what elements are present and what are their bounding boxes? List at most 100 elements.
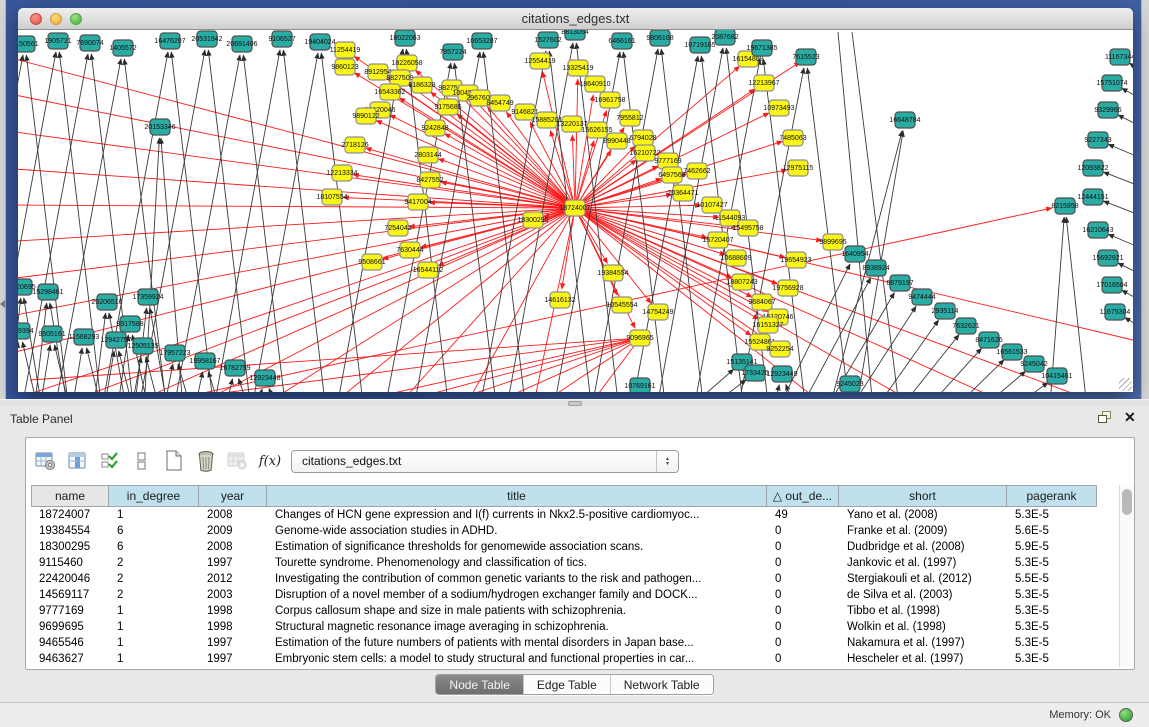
- memory-status-label: Memory: OK: [1049, 709, 1111, 721]
- cell-in_degree: 1: [109, 619, 199, 635]
- show-columns-icon[interactable]: [66, 449, 90, 473]
- graph-node-label: 6466161: [608, 38, 635, 45]
- scrollbar-thumb[interactable]: [1122, 489, 1132, 515]
- graph-node-label: 15720407: [702, 237, 733, 244]
- window-titlebar[interactable]: citations_edges.txt: [18, 8, 1133, 30]
- graph-node-label: 8215958: [1051, 203, 1078, 210]
- cell-pagerank: 5.3E-5: [1007, 619, 1097, 635]
- graph-node-label: 7462662: [683, 168, 710, 175]
- cell-out_de: 0: [767, 555, 839, 571]
- table-tab-group: Node TableEdge TableNetwork Table: [435, 674, 713, 695]
- table-row[interactable]: 969969511998Structural magnetic resonanc…: [31, 619, 1114, 635]
- function-builder-icon[interactable]: f(x): [258, 449, 282, 473]
- graph-node-label: 11254419: [330, 47, 361, 54]
- table-selector-value: citations_edges.txt: [302, 454, 401, 468]
- vertical-scrollbar[interactable]: [1119, 485, 1134, 667]
- graph-node-label: 9417004: [404, 199, 431, 206]
- memory-ok-led-icon[interactable]: [1119, 708, 1133, 722]
- graph-node-label: 15885201: [531, 117, 562, 124]
- cell-pagerank: 5.3E-5: [1007, 635, 1097, 651]
- delete-entry-icon[interactable]: [194, 449, 218, 473]
- citation-network-graph[interactable]: 1872400713325419186409101696175879558121…: [18, 30, 1133, 392]
- graph-node-label: 12554419: [524, 58, 555, 65]
- graph-node-label: 12213334: [326, 170, 357, 177]
- cell-year: 2009: [199, 523, 267, 539]
- cell-short: Nakamura et al. (1997): [839, 635, 1007, 651]
- tab-edge-table[interactable]: Edge Table: [523, 675, 610, 694]
- table-row[interactable]: 977716911998Corpus callosum shape and si…: [31, 603, 1114, 619]
- graph-node-label: 12093822: [1077, 165, 1108, 172]
- tab-node-table[interactable]: Node Table: [436, 675, 523, 694]
- cell-pagerank: 5.3E-5: [1007, 555, 1097, 571]
- graph-node-label: 17016504: [1096, 282, 1127, 289]
- dropdown-stepper-icon: ▲▼: [656, 451, 678, 472]
- table-row[interactable]: 2242004622012Investigating the contribut…: [31, 571, 1114, 587]
- cell-short: Hescheler et al. (1997): [839, 651, 1007, 667]
- cell-pagerank: 5.6E-5: [1007, 523, 1097, 539]
- column-header-in_degree[interactable]: in_degree: [109, 485, 199, 507]
- tab-network-table[interactable]: Network Table: [610, 675, 713, 694]
- graph-node-label: 11675304: [1100, 309, 1131, 316]
- graph-node-label: 9806168: [646, 35, 673, 42]
- cell-title: Genome-wide association studies in ADHD.: [267, 523, 767, 539]
- collapse-left-arrow-icon[interactable]: [0, 300, 5, 308]
- column-header-out_de[interactable]: △ out_de...: [767, 485, 839, 507]
- graph-node-label: 8938924: [862, 265, 889, 272]
- graph-node-label: 9106527: [268, 36, 295, 43]
- float-panel-icon[interactable]: [1098, 411, 1114, 425]
- table-row[interactable]: 911546021997Tourette syndrome. Phenomeno…: [31, 555, 1114, 571]
- graph-node-label: 16782759: [219, 365, 250, 372]
- graph-node-label: 7630444: [396, 247, 423, 254]
- graph-node-label: 3919394: [18, 328, 34, 335]
- cell-in_degree: 1: [109, 603, 199, 619]
- column-header-pagerank[interactable]: pagerank: [1007, 485, 1097, 507]
- table-row[interactable]: 1938455462009Genome-wide association stu…: [31, 523, 1114, 539]
- graph-node-label: 7690074: [76, 40, 103, 47]
- cell-title: Estimation of significance thresholds fo…: [267, 539, 767, 555]
- table-row[interactable]: 946554611997Estimation of the future num…: [31, 635, 1114, 651]
- cell-pagerank: 5.3E-5: [1007, 651, 1097, 667]
- column-header-title[interactable]: title: [267, 485, 767, 507]
- table-selector-dropdown[interactable]: citations_edges.txt ▲▼: [291, 450, 679, 473]
- table-row[interactable]: 1830029562008Estimation of significance …: [31, 539, 1114, 555]
- table-row[interactable]: 946362711997Embryonic stem cells: a mode…: [31, 651, 1114, 667]
- cell-out_de: 49: [767, 507, 839, 523]
- cell-name: 9777169: [31, 603, 109, 619]
- graph-node-label: 2087682: [711, 34, 738, 41]
- graph-node-label: 9508661: [358, 259, 385, 266]
- cell-out_de: 0: [767, 651, 839, 667]
- graph-node-label: 16154808: [732, 56, 763, 63]
- graph-node-label: 10415461: [1041, 373, 1072, 380]
- cell-in_degree: 2: [109, 571, 199, 587]
- graph-node-label: 18022063: [389, 35, 420, 42]
- graph-node-label: 16648784: [889, 117, 920, 124]
- network-desktop: citations_edges.txt 18724007133254191864…: [0, 0, 1149, 399]
- column-header-year[interactable]: year: [199, 485, 267, 507]
- close-panel-icon[interactable]: ✕: [1124, 409, 1136, 426]
- right-panel-edge: [1141, 0, 1149, 399]
- table-settings-icon[interactable]: [34, 449, 58, 473]
- graph-node-label: 18724007: [559, 205, 590, 212]
- rows-icon[interactable]: [130, 449, 154, 473]
- new-document-icon[interactable]: [162, 449, 186, 473]
- table-row[interactable]: 1872400712008Changes of HCN gene express…: [31, 507, 1114, 523]
- graph-node-label: 11568293: [69, 334, 100, 341]
- column-header-short[interactable]: short: [839, 485, 1007, 507]
- graph-node-label: 9245042: [1020, 361, 1047, 368]
- graph-node-label: 10719165: [684, 42, 715, 49]
- network-canvas[interactable]: 1872400713325419186409101696175879558121…: [18, 30, 1133, 392]
- graph-node-label: 8427552: [416, 177, 443, 184]
- cell-out_de: 0: [767, 635, 839, 651]
- panel-splitter[interactable]: [0, 399, 1149, 406]
- graph-node-label: 15298461: [32, 289, 63, 296]
- graph-node-label: 12213967: [748, 80, 779, 87]
- column-header-name[interactable]: name: [31, 485, 109, 507]
- table-row[interactable]: 1456911722003Disruption of a novel membe…: [31, 587, 1114, 603]
- window-title: citations_edges.txt: [18, 11, 1133, 26]
- cell-short: de Silva et al. (2003): [839, 587, 1007, 603]
- select-all-icon[interactable]: [98, 449, 122, 473]
- window-resize-grip[interactable]: [1119, 378, 1132, 391]
- graph-node-label: 8990448: [603, 138, 630, 145]
- cell-out_de: 0: [767, 539, 839, 555]
- graph-node-label: 7632621: [952, 323, 979, 330]
